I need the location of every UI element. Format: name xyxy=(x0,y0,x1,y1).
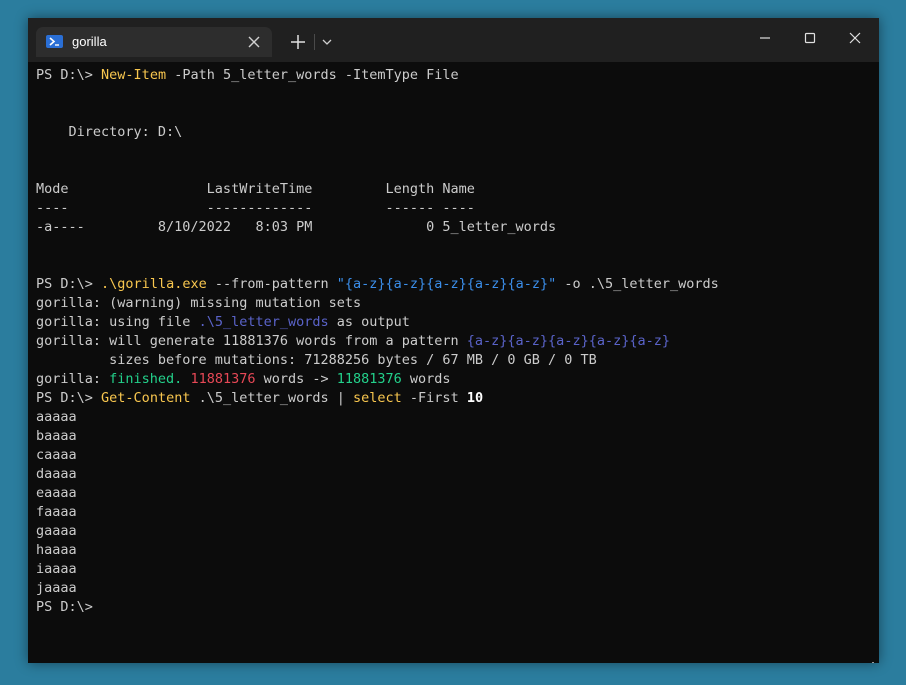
output-path: .\5_letter_words xyxy=(198,314,329,330)
directory-line: Directory: D:\ xyxy=(36,124,183,140)
command-number: 10 xyxy=(466,390,484,406)
plus-icon[interactable] xyxy=(286,30,310,54)
scrollbar-thumb[interactable] xyxy=(872,662,874,663)
prompt: PS D:\> xyxy=(36,599,93,615)
output-sizes: sizes before mutations: 71288256 bytes /… xyxy=(36,352,597,368)
result-line: iaaaa xyxy=(36,561,77,577)
table-row: -a---- 8/10/2022 8:03 PM 0 5_letter_word… xyxy=(36,219,557,235)
title-bar: gorilla xyxy=(28,18,879,62)
minimize-icon[interactable] xyxy=(748,24,782,52)
terminal-output[interactable]: PS D:\> New-Item -Path 5_letter_words -I… xyxy=(28,62,879,663)
output-generate: gorilla: will generate 11881376 words fr… xyxy=(36,333,467,349)
tab-title: gorilla xyxy=(72,34,107,49)
result-line: caaaa xyxy=(36,447,77,463)
result-line: gaaaa xyxy=(36,523,77,539)
prompt: PS D:\> xyxy=(36,390,93,406)
prompt: PS D:\> xyxy=(36,276,93,292)
output-using-post: as output xyxy=(328,314,410,330)
powershell-icon xyxy=(46,35,63,48)
output-finished: finished. xyxy=(109,371,183,387)
command-name: .\gorilla.exe xyxy=(101,276,207,292)
output-count-red: 11881376 xyxy=(190,371,256,387)
output-pattern: {a-z}{a-z}{a-z}{a-z}{a-z} xyxy=(466,333,670,349)
close-icon[interactable] xyxy=(244,32,264,52)
output-warning: gorilla: (warning) missing mutation sets xyxy=(36,295,362,311)
output-arrow: words -> xyxy=(255,371,337,387)
table-rule: ---- ------------- ------ ---- xyxy=(36,200,475,216)
command-flag: --from-pattern xyxy=(206,276,337,292)
result-line: eaaaa xyxy=(36,485,77,501)
output-using: gorilla: using file xyxy=(36,314,199,330)
command-args: -o .\5_letter_words xyxy=(556,276,719,292)
table-header: Mode LastWriteTime Length Name xyxy=(36,181,475,197)
chevron-down-icon[interactable] xyxy=(318,30,336,54)
tab-separator xyxy=(314,34,315,50)
terminal-text: PS D:\> New-Item -Path 5_letter_words -I… xyxy=(36,66,719,617)
tab-gorilla[interactable]: gorilla xyxy=(36,27,272,57)
pattern-string: "{a-z}{a-z}{a-z}{a-z}{a-z}" xyxy=(336,276,557,292)
close-window-icon[interactable] xyxy=(838,24,872,52)
prompt: PS D:\> xyxy=(36,67,93,83)
output-finished-prefix: gorilla: xyxy=(36,371,110,387)
command-select: select xyxy=(353,390,402,406)
result-line: daaaa xyxy=(36,466,77,482)
command-args: -Path 5_letter_words -ItemType File xyxy=(166,67,459,83)
command-mid: .\5_letter_words | xyxy=(190,390,354,406)
command-name: Get-Content xyxy=(101,390,191,406)
command-flag: -First xyxy=(401,390,467,406)
maximize-icon[interactable] xyxy=(793,24,827,52)
result-line: haaaa xyxy=(36,542,77,558)
command-name: New-Item xyxy=(101,67,167,83)
output-count-green: 11881376 xyxy=(336,371,402,387)
result-line: aaaaa xyxy=(36,409,77,425)
result-line: baaaa xyxy=(36,428,77,444)
output-words: words xyxy=(401,371,451,387)
result-line: faaaa xyxy=(36,504,77,520)
result-line: jaaaa xyxy=(36,580,77,596)
terminal-window: gorilla PS D:\> New-Item -Path 5_letter_… xyxy=(28,18,879,663)
